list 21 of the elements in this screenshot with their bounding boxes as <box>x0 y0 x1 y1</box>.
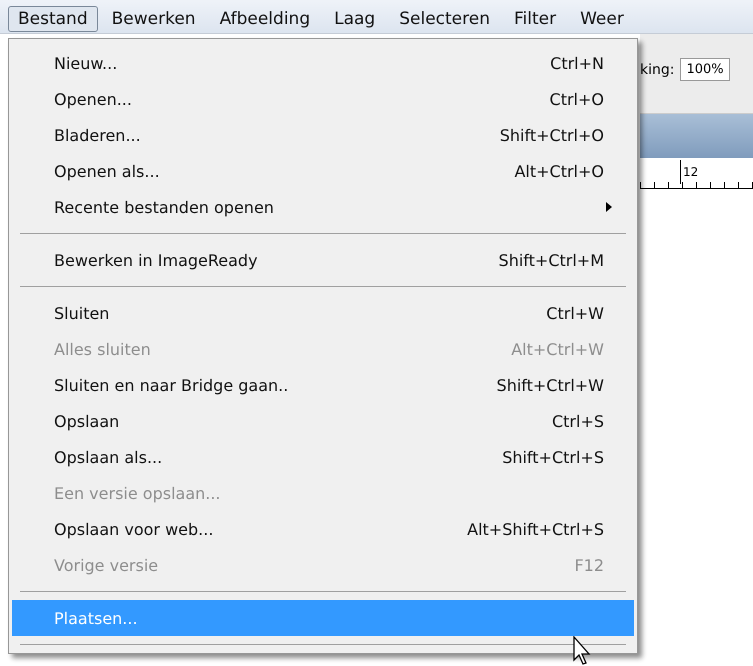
menu-bar-item[interactable]: Selecteren <box>389 6 500 32</box>
menu-item[interactable]: Nieuw... Ctrl+N <box>12 45 634 81</box>
toolbar-label: king: <box>640 61 674 78</box>
menu-item[interactable]: Openen... Ctrl+O <box>12 81 634 117</box>
menu-item[interactable]: Opslaan voor web... Alt+Shift+Ctrl+S <box>12 511 634 547</box>
menu-item[interactable]: Bladeren... Shift+Ctrl+O <box>12 117 634 153</box>
menu-bar-item[interactable]: Laag <box>324 6 386 32</box>
menu-item[interactable]: Bewerken in ImageReady Shift+Ctrl+M <box>12 242 634 278</box>
menu-item[interactable]: Sluiten Ctrl+W <box>12 295 634 331</box>
menu-bar-item[interactable]: Filter <box>504 6 566 32</box>
menu-item[interactable]: Openen als... Alt+Ctrl+O <box>12 153 634 189</box>
menu-item[interactable]: Recente bestanden openen <box>12 189 634 225</box>
ruler-number: 12 <box>680 160 698 184</box>
menu-bar-item[interactable]: Bestand <box>8 6 98 32</box>
menu-item[interactable]: Opslaan als... Shift+Ctrl+S <box>12 439 634 475</box>
menu-item[interactable]: Opslaan Ctrl+S <box>12 403 634 439</box>
menu-bar-item[interactable]: Bewerken <box>102 6 206 32</box>
menu-item[interactable]: Sluiten en naar Bridge gaan.. Shift+Ctrl+W <box>12 367 634 403</box>
menu-bar-item[interactable]: Afbeelding <box>210 6 320 32</box>
input-field[interactable]: 100% <box>680 58 730 81</box>
menu-bar-item[interactable]: Weer <box>570 6 634 32</box>
